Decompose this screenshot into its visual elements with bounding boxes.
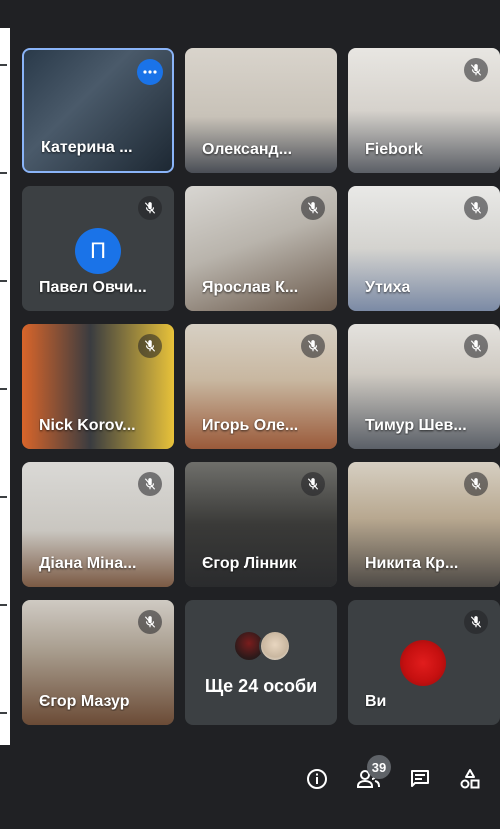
more-participants-tile[interactable]: Ще 24 особи (185, 600, 337, 725)
participant-name: Єгор Мазур (39, 693, 130, 710)
mic-off-icon (138, 334, 162, 358)
chat-icon (411, 770, 429, 787)
participant-tile[interactable]: Fiebork (348, 48, 500, 173)
participant-name: Єгор Лінник (202, 555, 297, 572)
participant-name: Ярослав К... (202, 279, 299, 296)
participant-tile[interactable]: Єгор Мазур (22, 600, 174, 725)
self-name: Ви (365, 693, 387, 710)
participant-name: Діана Міна... (39, 555, 137, 572)
participant-name: Тимур Шев... (365, 417, 467, 434)
mic-off-icon (301, 196, 325, 220)
bottom-toolbar: 39 (0, 745, 500, 829)
participant-tile[interactable]: Игорь Оле... (185, 324, 337, 449)
mic-off-icon (138, 196, 162, 220)
mic-off-icon (138, 472, 162, 496)
info-button[interactable] (299, 761, 335, 797)
participant-tile[interactable]: Олександ... (185, 48, 337, 173)
info-icon (307, 769, 327, 789)
participant-tile[interactable]: Тимур Шев... (348, 324, 500, 449)
participant-name: Игорь Оле... (202, 417, 299, 434)
avatar: П (75, 228, 121, 274)
participant-tile[interactable]: Діана Міна... (22, 462, 174, 587)
avatar (259, 630, 291, 662)
participant-name: Утиха (365, 279, 411, 296)
mic-off-icon (464, 196, 488, 220)
participant-name: Катерина ... (41, 139, 133, 156)
activities-icon (460, 769, 480, 789)
participant-name: Павел Овчи... (39, 279, 147, 296)
participant-tile[interactable]: Катерина ... (22, 48, 174, 173)
participant-tile[interactable]: П Павел Овчи... (22, 186, 174, 311)
left-edge-panel (0, 28, 10, 745)
chat-button[interactable] (402, 761, 438, 797)
participant-tile[interactable]: Ярослав К... (185, 186, 337, 311)
mic-off-icon (301, 334, 325, 358)
participant-tile[interactable]: Никита Кр... (348, 462, 500, 587)
participant-name: Fiebork (365, 141, 423, 158)
activities-button[interactable] (452, 761, 488, 797)
mic-off-icon (464, 58, 488, 82)
participant-tile[interactable]: Nick Korov... (22, 324, 174, 449)
people-button[interactable]: 39 (351, 755, 391, 797)
mic-off-icon (138, 610, 162, 634)
participant-name: Никита Кр... (365, 555, 459, 572)
self-tile[interactable]: Ви (348, 600, 500, 725)
mic-off-icon (301, 472, 325, 496)
more-options-icon[interactable] (137, 59, 163, 85)
mic-off-icon (464, 334, 488, 358)
people-count-badge: 39 (367, 755, 391, 779)
participant-tile[interactable]: Утиха (348, 186, 500, 311)
participant-grid: Катерина ... Олександ... Fiebork П Павел… (22, 48, 500, 728)
mic-off-icon (464, 610, 488, 634)
more-participants-avatars (233, 630, 293, 664)
avatar (400, 640, 446, 686)
participant-tile[interactable]: Єгор Лінник (185, 462, 337, 587)
more-participants-label: Ще 24 особи (204, 676, 318, 696)
mic-off-icon (464, 472, 488, 496)
participant-name: Олександ... (202, 141, 293, 158)
participant-name: Nick Korov... (39, 417, 136, 434)
